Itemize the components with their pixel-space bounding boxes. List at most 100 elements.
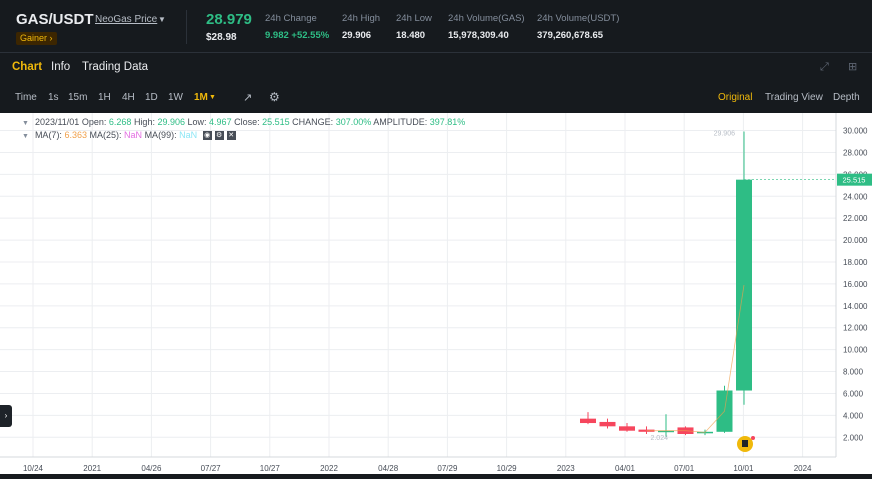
legend-high-label: High: — [133, 117, 155, 127]
interval-1s[interactable]: 1s — [48, 92, 59, 103]
y-tick-label: 20.000 — [843, 236, 868, 245]
stat-value-low: 18.480 — [396, 30, 426, 41]
high-marker-label: 29.906 — [714, 131, 736, 138]
chevron-down-icon[interactable]: ▼ — [158, 15, 166, 24]
x-tick-label: 04/01 — [615, 464, 636, 473]
legend-low-label: Low: — [187, 117, 207, 127]
view-original[interactable]: Original — [718, 92, 752, 103]
tab-chart[interactable]: Chart — [12, 61, 42, 73]
stat-value-change: 9.982 +52.55% — [265, 30, 330, 41]
ticker-header: GAS/USDT NeoGas Price ▼ Gainer › 28.979 … — [0, 0, 872, 53]
tab-trading-data[interactable]: Trading Data — [82, 61, 148, 73]
header-divider — [186, 10, 187, 44]
y-tick-label: 24.000 — [843, 192, 868, 201]
event-bubble-glyph — [742, 440, 748, 447]
last-price-tag-label: 25.515 — [843, 176, 866, 185]
pair-symbol[interactable]: GAS/USDT — [16, 11, 94, 28]
expand-icon[interactable]: ⤢ — [820, 61, 829, 74]
x-tick-label: 2024 — [794, 464, 812, 473]
interval-1m[interactable]: 1M — [194, 92, 208, 103]
settings-icon[interactable]: ⚙ — [214, 131, 224, 141]
ma25-value: NaN — [124, 130, 143, 140]
candle-body — [619, 426, 635, 431]
view-trading-view[interactable]: Trading View — [765, 92, 823, 103]
y-tick-label: 2.000 — [843, 433, 864, 442]
interval-1h[interactable]: 1H — [98, 92, 111, 103]
tab-info[interactable]: Info — [51, 61, 70, 73]
y-tick-label: 8.000 — [843, 368, 864, 377]
legend-change-label: CHANGE: — [292, 117, 334, 127]
x-tick-label: 07/27 — [201, 464, 222, 473]
y-tick-label: 4.000 — [843, 411, 864, 420]
ma7-label: MA(7): — [34, 130, 62, 140]
ma7-value: 6.363 — [64, 130, 87, 140]
pair-name-link[interactable]: NeoGas Price — [95, 14, 157, 25]
y-tick-label: 14.000 — [843, 302, 868, 311]
last-price-usd: $28.98 — [206, 32, 237, 43]
x-tick-label: 2023 — [557, 464, 575, 473]
event-dot — [751, 436, 755, 440]
indicator-icon[interactable]: ↗ — [243, 91, 252, 104]
badge-label: Gainer — [20, 33, 48, 43]
y-tick-label: 18.000 — [843, 258, 868, 267]
chevron-down-icon[interactable]: ▼ — [209, 94, 216, 101]
stat-label-low: 24h Low — [396, 13, 432, 24]
x-tick-label: 04/26 — [141, 464, 162, 473]
price-chart[interactable]: 30.00028.00026.00024.00022.00020.00018.0… — [0, 113, 872, 474]
view-depth[interactable]: Depth — [833, 92, 860, 103]
stat-label-volume-usdt: 24h Volume(USDT) — [537, 13, 620, 24]
stat-value-volume-usdt: 379,260,678.65 — [537, 30, 604, 41]
x-tick-label: 2022 — [320, 464, 338, 473]
legend-open-label: Open: — [81, 117, 107, 127]
eye-icon[interactable]: ◉ — [202, 131, 212, 141]
interval-1d[interactable]: 1D — [145, 92, 158, 103]
interval-toolbar: Time 1s 15m 1H 4H 1D 1W 1M ▼ ↗ ⚙ Origina… — [0, 90, 872, 110]
collapse-arrow-icon[interactable]: ▼ — [22, 133, 29, 140]
x-tick-label: 2021 — [83, 464, 101, 473]
y-tick-label: 28.000 — [843, 148, 868, 157]
y-tick-label: 6.000 — [843, 389, 864, 398]
y-tick-label: 16.000 — [843, 280, 868, 289]
x-tick-label: 04/28 — [378, 464, 399, 473]
ma99-value: NaN — [179, 130, 198, 140]
ma25-label: MA(25): — [89, 130, 122, 140]
grid-layout-icon[interactable]: ⊞ — [848, 60, 857, 73]
y-tick-label: 22.000 — [843, 214, 868, 223]
legend-close-label: Close: — [234, 117, 260, 127]
legend-high: 29.906 — [157, 117, 185, 127]
legend-low: 4.967 — [209, 117, 232, 127]
stat-label-high: 24h High — [342, 13, 381, 24]
interval-4h[interactable]: 4H — [122, 92, 135, 103]
stat-value-high: 29.906 — [342, 30, 372, 41]
collapse-arrow-icon[interactable]: ▼ — [22, 120, 29, 127]
legend-date: 2023/11/01 — [34, 117, 80, 127]
interval-1w[interactable]: 1W — [168, 92, 183, 103]
legend-open: 6.268 — [108, 117, 132, 127]
x-tick-label: 10/24 — [23, 464, 44, 473]
y-tick-label: 30.000 — [843, 127, 868, 136]
ma99-label: MA(99): — [144, 130, 177, 140]
candlestick-chart-svg[interactable]: 30.00028.00026.00024.00022.00020.00018.0… — [0, 113, 872, 474]
last-price: 28.979 — [206, 11, 252, 28]
interval-15m[interactable]: 15m — [68, 92, 87, 103]
stat-label-change: 24h Change — [265, 13, 317, 24]
stat-value-volume-gas: 15,978,309.40 — [448, 30, 509, 41]
interval-time[interactable]: Time — [15, 92, 37, 103]
legend-close: 25.515 — [262, 117, 290, 127]
x-tick-label: 10/27 — [260, 464, 281, 473]
close-icon[interactable]: ✕ — [226, 131, 236, 141]
side-panel-toggle[interactable]: › — [0, 405, 12, 427]
candle-body — [580, 418, 596, 424]
gear-icon[interactable]: ⚙ — [269, 90, 280, 104]
legend-amplitude-label: AMPLITUDE: — [373, 117, 428, 127]
x-tick-label: 10/01 — [733, 464, 754, 473]
gainer-badge[interactable]: Gainer › — [16, 32, 57, 45]
y-tick-label: 10.000 — [843, 346, 868, 355]
x-tick-label: 07/29 — [437, 464, 458, 473]
x-tick-label: 07/01 — [674, 464, 695, 473]
ohlc-legend: ▼ 2023/11/01 Open: 6.268 High: 29.906 Low… — [22, 117, 465, 127]
legend-change: 307.00% — [335, 117, 372, 127]
x-tick-label: 10/29 — [497, 464, 518, 473]
legend-amplitude: 397.81% — [429, 117, 466, 127]
ma-legend: ▼ MA(7): 6.363 MA(25): NaN MA(99): NaN ◉ ⚙… — [22, 130, 236, 141]
